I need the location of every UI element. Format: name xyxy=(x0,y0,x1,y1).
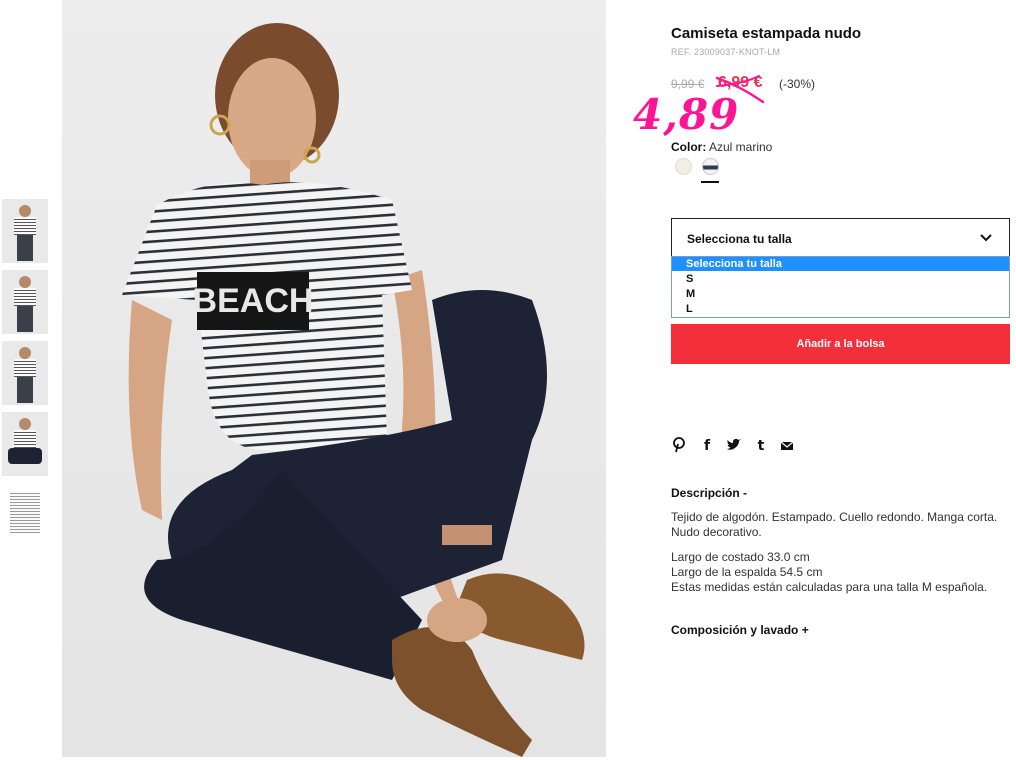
measure-note: Estas medidas están calculadas para una … xyxy=(671,580,988,594)
thumbnail-3[interactable] xyxy=(2,341,48,405)
product-reference: REF. 23009037-KNOT-LM xyxy=(671,47,781,57)
size-option-m[interactable]: M xyxy=(672,287,1009,301)
size-option-placeholder[interactable]: Selecciona tu talla xyxy=(672,257,1009,271)
chevron-down-icon xyxy=(980,234,992,242)
email-icon[interactable] xyxy=(780,437,796,455)
composition-heading[interactable]: Composición y lavado + xyxy=(671,623,809,637)
facebook-icon[interactable]: f xyxy=(699,437,715,455)
size-select[interactable]: Selecciona tu talla xyxy=(671,218,1010,257)
color-value: Azul marino xyxy=(709,140,773,154)
thumbnail-2[interactable] xyxy=(2,270,48,334)
measure-back-length: Largo de la espalda 54.5 cm xyxy=(671,565,823,579)
color-swatch-crudo[interactable] xyxy=(675,158,692,175)
product-main-image[interactable]: BEACH xyxy=(62,0,606,757)
thumbnail-1[interactable] xyxy=(2,199,48,263)
product-title: Camiseta estampada nudo xyxy=(671,25,862,42)
thumbnail-4[interactable] xyxy=(2,412,48,476)
size-option-l[interactable]: L xyxy=(672,302,1009,316)
discount-percentage: (-30%) xyxy=(779,77,816,91)
size-select-label: Selecciona tu talla xyxy=(687,232,792,246)
thumbnail-strip xyxy=(2,199,48,554)
original-price: 9,99 € xyxy=(671,77,705,91)
color-label: Color: Azul marino xyxy=(671,140,773,154)
size-dropdown-list: Selecciona tu talla S M L xyxy=(671,256,1010,318)
model-illustration: BEACH xyxy=(122,23,585,757)
handwritten-new-price: 4,89 xyxy=(633,90,740,139)
tumblr-icon[interactable]: t xyxy=(753,437,769,455)
add-to-bag-button[interactable]: Añadir a la bolsa xyxy=(671,324,1010,364)
color-swatch-azul-marino[interactable] xyxy=(702,158,719,175)
measure-side-length: Largo de costado 33.0 cm xyxy=(671,550,810,564)
description-text: Tejido de algodón. Estampado. Cuello red… xyxy=(671,510,998,539)
description-heading[interactable]: Descripción - xyxy=(671,486,747,500)
product-page: BEACH Camiseta estampada nudo REF. 23009… xyxy=(0,0,1016,760)
pinterest-icon[interactable] xyxy=(672,437,688,455)
shirt-print-text: BEACH xyxy=(193,282,314,320)
twitter-icon[interactable] xyxy=(726,437,742,455)
size-option-s[interactable]: S xyxy=(672,272,1009,286)
selected-swatch-indicator xyxy=(701,181,719,183)
thumbnail-5[interactable] xyxy=(2,483,48,547)
